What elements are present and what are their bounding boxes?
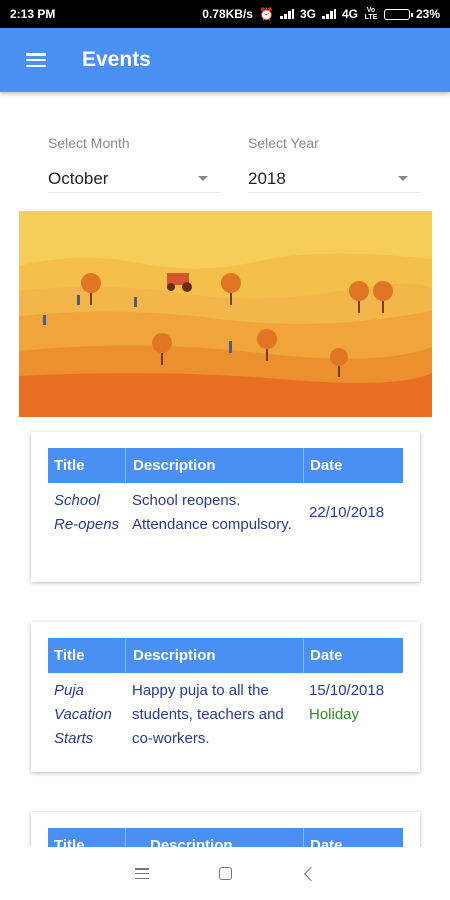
home-square-icon[interactable]: [218, 867, 232, 880]
event-title: School Re-opens: [54, 492, 120, 533]
autumn-landscape-illustration: [19, 211, 432, 417]
volte-badge: Vo LTE: [364, 7, 378, 21]
event-title: Puja Vacation Starts: [54, 682, 112, 747]
year-label: Select Year: [248, 135, 319, 151]
event-date: 15/10/2018: [309, 682, 385, 699]
page-title: Events: [82, 48, 151, 71]
dropdown-arrow-icon: [398, 176, 408, 181]
month-selector[interactable]: Select Month October: [48, 135, 220, 193]
table-row[interactable]: Puja Vacation Starts Happy puja to all t…: [48, 673, 403, 751]
header-date: Date: [303, 448, 403, 483]
back-chevron-icon[interactable]: [303, 866, 318, 881]
status-icons: 0.78KB/s ⏰ 3G 4G Vo LTE 23%: [202, 7, 440, 21]
date-filters: Select Month October Select Year 2018: [48, 135, 420, 193]
battery-percent: 23%: [415, 7, 440, 21]
year-value: 2018: [248, 168, 286, 188]
battery-icon: [383, 8, 413, 20]
header-description: Description: [125, 448, 303, 483]
app-bar: Events: [0, 28, 450, 92]
network-type-2: 4G: [341, 7, 358, 21]
header-description: Description: [125, 638, 303, 673]
month-value: October: [48, 168, 109, 188]
month-label: Select Month: [48, 135, 130, 151]
event-card: Title Description Date School Re-opens S…: [31, 432, 420, 582]
alarm-icon: ⏰: [258, 7, 274, 21]
signal-icon: [279, 9, 294, 19]
year-selector[interactable]: Select Year 2018: [248, 135, 420, 193]
month-banner-illustration: [19, 211, 432, 417]
status-time: 2:13 PM: [10, 7, 56, 21]
table-row[interactable]: School Re-opens School reopens. Attendan…: [48, 483, 403, 537]
holiday-tag: Holiday: [309, 706, 360, 723]
event-description: School reopens. Attendance compulsory.: [132, 492, 292, 533]
system-nav-bar: [0, 847, 450, 900]
event-date-cell: 15/10/2018 Holiday: [303, 679, 403, 751]
event-table: Title Description Date Puja Vacation Sta…: [48, 638, 403, 751]
month-dropdown[interactable]: October: [48, 165, 220, 193]
table-header: Title Description Date: [48, 448, 403, 483]
hamburger-menu-icon[interactable]: [26, 53, 46, 67]
network-type-1: 3G: [299, 7, 316, 21]
table-header: Title Description Date: [48, 638, 403, 673]
event-date: 22/10/2018: [309, 504, 385, 521]
recent-apps-icon[interactable]: [134, 868, 149, 879]
signal-icon-2: [321, 9, 336, 19]
year-dropdown[interactable]: 2018: [248, 165, 420, 193]
header-date: Date: [303, 638, 403, 673]
header-title: Title: [54, 647, 85, 664]
event-table: Title Description Date School Re-opens S…: [48, 448, 403, 537]
event-card: Title Description Date Puja Vacation Sta…: [31, 622, 420, 772]
dropdown-arrow-icon: [198, 176, 208, 181]
network-speed: 0.78KB/s: [202, 7, 253, 21]
event-description: Happy puja to all the students, teachers…: [132, 682, 284, 747]
event-date-cell: 22/10/2018: [303, 489, 403, 537]
status-bar: 2:13 PM 0.78KB/s ⏰ 3G 4G Vo LTE 23%: [0, 0, 450, 28]
header-title: Title: [54, 457, 85, 474]
